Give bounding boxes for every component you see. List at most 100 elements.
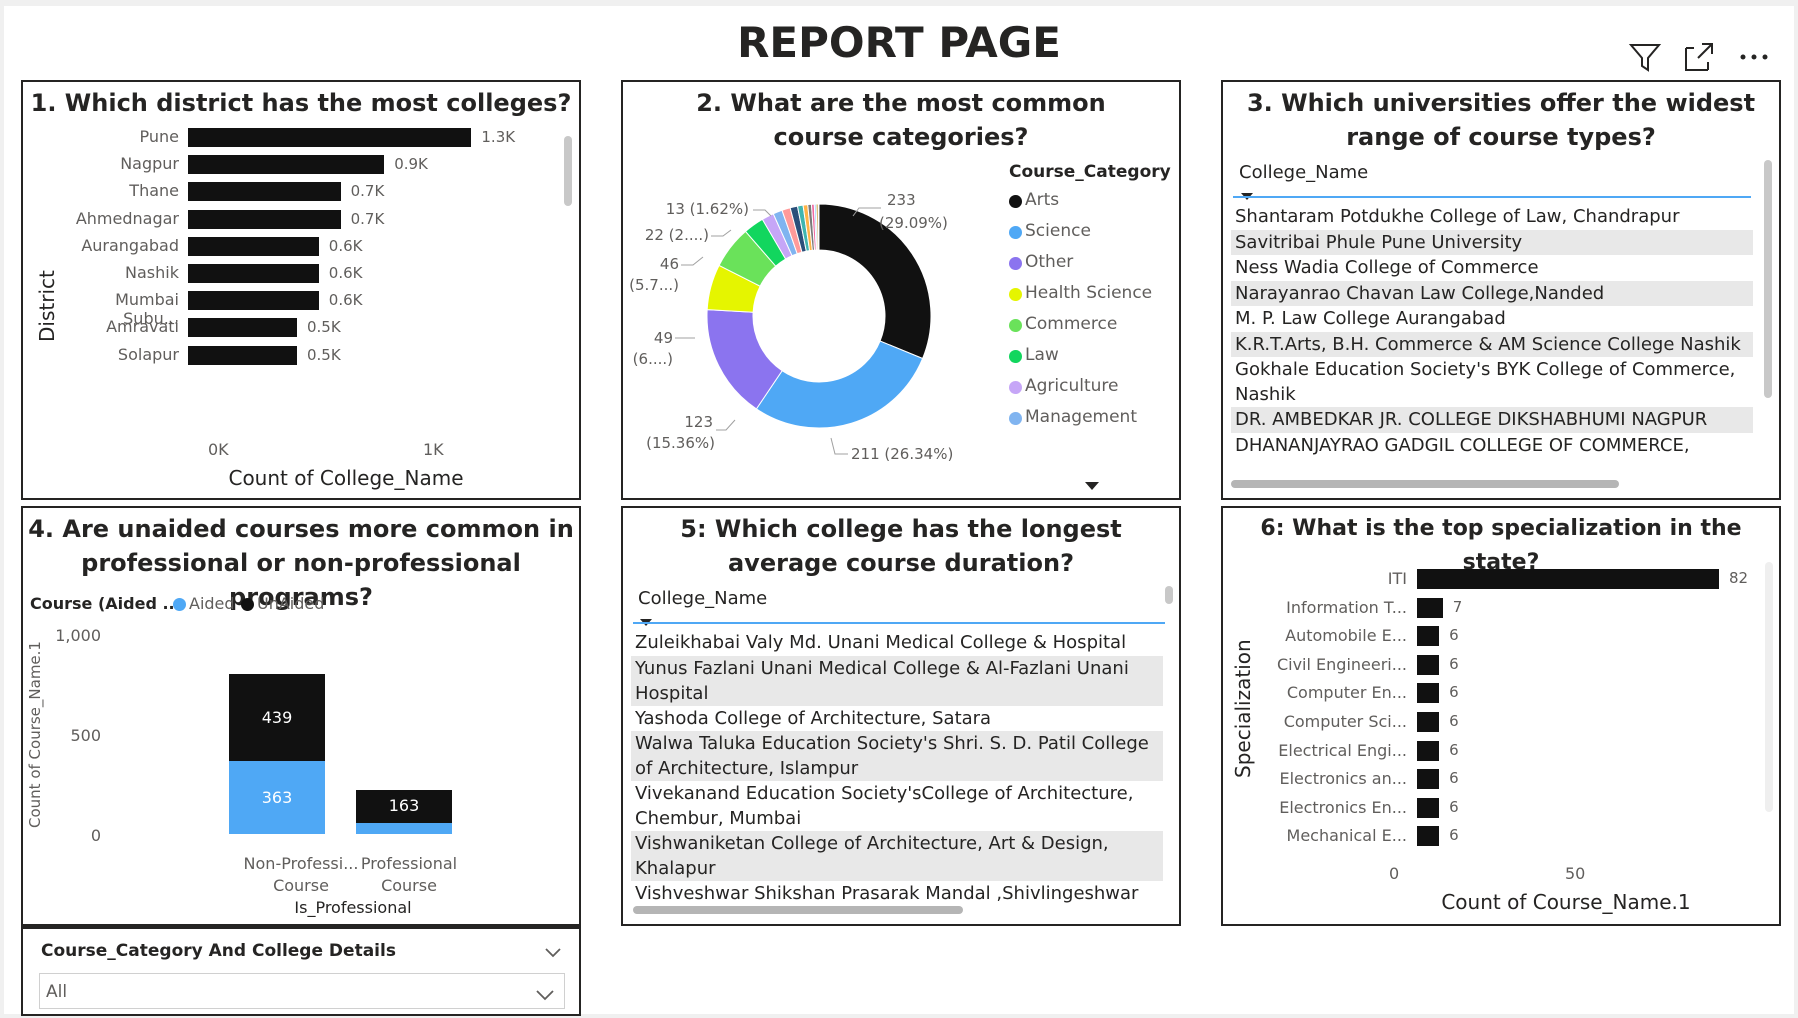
bar[interactable] — [1417, 569, 1719, 589]
table-row[interactable]: K.R.T.Arts, B.H. Commerce & AM Science C… — [1231, 331, 1753, 357]
leader-line — [753, 209, 772, 217]
donut-slice[interactable] — [755, 340, 924, 429]
table-row[interactable]: Vishwaniketan College of Architecture, A… — [631, 831, 1163, 881]
filter-icon[interactable] — [1628, 40, 1662, 78]
table-row[interactable]: Ness Wadia College of Commerce — [1231, 255, 1753, 281]
legend-item-label[interactable]: Arts — [1025, 190, 1059, 210]
data-label: 163 — [388, 796, 420, 816]
table-row[interactable]: M. P. Law College Aurangabad — [1231, 306, 1753, 332]
data-label: 0.6K — [328, 291, 363, 310]
bar[interactable] — [188, 209, 341, 229]
x-tick-label: 0K — [208, 440, 229, 459]
legend-label-aided[interactable]: Aided — [189, 594, 235, 613]
table-row[interactable]: Vishveshwar Shikshan Prasarak Mandal ,Sh… — [631, 881, 1163, 907]
table-row[interactable]: Shantaram Potdukhe College of Law, Chand… — [1231, 204, 1753, 230]
table-row[interactable]: Gokhale Education Society's BYK College … — [1231, 357, 1753, 407]
bar[interactable] — [1417, 712, 1440, 732]
data-label: 6 — [1449, 683, 1459, 702]
legend-item-label[interactable]: Other — [1025, 252, 1073, 272]
data-label: 0.5K — [307, 345, 341, 364]
table-row[interactable]: Zuleikhabai Valy Md. Unani Medical Colle… — [631, 630, 1163, 656]
x-tick-label: 0 — [1389, 864, 1400, 883]
y-axis-title: Specialization — [1231, 639, 1255, 778]
vertical-scrollbar[interactable] — [1764, 160, 1772, 398]
x-tick-label: Course — [381, 876, 437, 895]
y-tick-label: 1,000 — [55, 626, 101, 645]
legend-marker — [1009, 350, 1022, 363]
table-row[interactable]: Vivekanand Education Society'sCollege of… — [631, 781, 1163, 831]
column-header[interactable]: College_Name — [638, 588, 767, 609]
column-header[interactable]: College_Name — [1239, 162, 1368, 183]
legend-title: Course_Category — [1009, 162, 1171, 182]
bar[interactable] — [1417, 597, 1443, 618]
legend-marker — [1009, 195, 1022, 208]
table-row[interactable]: DR. AMBEDKAR JR. COLLEGE DIKSHABHUMI NAG… — [1231, 407, 1753, 433]
bar[interactable] — [188, 318, 297, 338]
category-label: Electrical Engi... — [1278, 740, 1407, 760]
bar[interactable] — [1417, 740, 1440, 761]
bar-segment-aided[interactable] — [356, 822, 452, 834]
horizontal-scrollbar[interactable] — [633, 906, 963, 914]
legend-item-label[interactable]: Health Science — [1025, 283, 1152, 303]
category-label: Nashik — [125, 263, 179, 282]
legend-item-label[interactable]: Management — [1025, 407, 1137, 427]
category-label: Solapur — [117, 344, 179, 364]
horizontal-scrollbar[interactable] — [1231, 480, 1619, 488]
data-label: 6 — [1449, 654, 1459, 673]
category-label: Thane — [129, 181, 179, 201]
slicer-value: All — [46, 982, 68, 1002]
x-tick-label: 50 — [1565, 864, 1586, 883]
bar[interactable] — [188, 264, 319, 283]
donut-slice[interactable] — [817, 203, 820, 251]
panel-aided-unaided: 4. Are unaided courses more common in pr… — [21, 506, 581, 926]
table-row[interactable]: Yunus Fazlani Unani Medical College & Al… — [631, 655, 1163, 706]
legend-item-label[interactable]: Commerce — [1025, 314, 1117, 334]
legend-marker — [1009, 319, 1022, 332]
table-row[interactable]: Walwa Taluka Education Society's Shri. S… — [631, 731, 1163, 781]
data-label: 6 — [1449, 712, 1459, 730]
bar[interactable] — [1417, 626, 1440, 647]
bar[interactable] — [188, 345, 297, 365]
focus-mode-icon[interactable] — [1682, 40, 1716, 78]
y-axis-title: Count of Course_Name.1 — [26, 641, 44, 828]
category-label: Computer En... — [1286, 683, 1407, 703]
category-label: Automobile E... — [1285, 626, 1407, 646]
data-label: 439 — [261, 707, 293, 727]
bar[interactable] — [188, 291, 319, 311]
legend-marker — [1009, 288, 1022, 301]
slice-data-label: (5.7...) — [629, 276, 679, 294]
vertical-scrollbar[interactable] — [1165, 586, 1173, 604]
bar[interactable] — [188, 128, 472, 147]
bar[interactable] — [1417, 654, 1440, 675]
legend-item-label[interactable]: Science — [1025, 221, 1091, 241]
data-label: 6 — [1449, 797, 1459, 816]
chevron-down-icon[interactable] — [536, 986, 554, 1005]
data-label: 0.5K — [307, 318, 341, 337]
bar[interactable] — [188, 155, 385, 175]
bar[interactable] — [1417, 683, 1440, 704]
legend-scroll-down-icon[interactable] — [1085, 476, 1099, 495]
bar[interactable] — [1417, 826, 1440, 847]
table-row[interactable]: DHANANJAYRAO GADGIL COLLEGE OF COMMERCE,… — [1231, 433, 1753, 459]
bar[interactable] — [188, 236, 319, 256]
table-row[interactable]: Narayanrao Chavan Law College,Nanded — [1231, 280, 1753, 306]
more-options-icon[interactable] — [1738, 42, 1772, 76]
table-row[interactable]: Savitribai Phule Pune University — [1231, 229, 1753, 255]
slice-data-label: 211 (26.34%) — [851, 445, 953, 463]
vertical-scrollbar[interactable] — [564, 136, 572, 206]
panel-university-range: 3. Which universities offer the widest r… — [1221, 80, 1781, 500]
legend-item-label[interactable]: Law — [1025, 345, 1059, 365]
vertical-scrollbar[interactable] — [1765, 562, 1773, 812]
slice-data-label: 49 — [654, 329, 673, 347]
legend-title: Course (Aided ... — [30, 594, 181, 613]
legend-label-unaided[interactable]: UnAided — [257, 594, 324, 613]
bar[interactable] — [1417, 769, 1440, 790]
legend-item-label[interactable]: Agriculture — [1025, 376, 1119, 396]
bar[interactable] — [1417, 797, 1440, 818]
table-row[interactable]: Yashoda College of Architecture, Satara — [631, 706, 1163, 732]
slicer-dropdown[interactable]: All — [39, 973, 565, 1009]
chevron-down-icon[interactable] — [545, 943, 561, 962]
data-label: 0.9K — [394, 155, 428, 174]
category-label: Mechanical E... — [1286, 826, 1407, 846]
bar[interactable] — [188, 182, 341, 202]
